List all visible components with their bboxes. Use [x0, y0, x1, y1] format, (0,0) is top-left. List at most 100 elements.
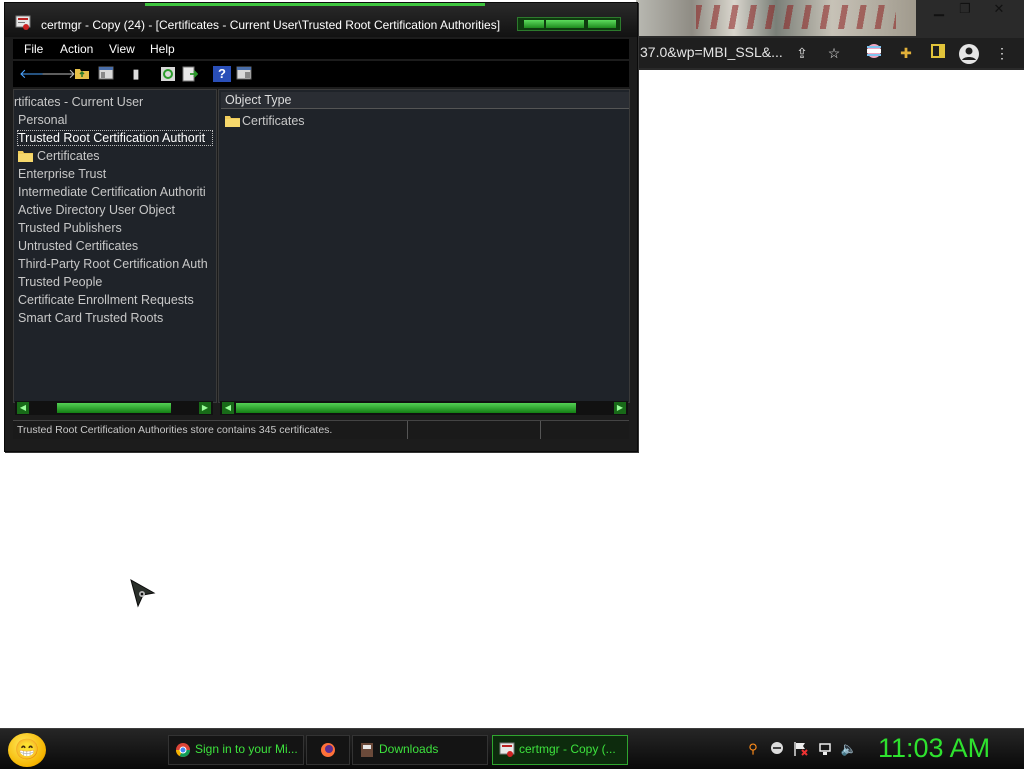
close-icon[interactable]: ✕: [984, 1, 1014, 17]
account-icon[interactable]: [958, 43, 979, 64]
network-icon[interactable]: [816, 741, 834, 757]
search-icon[interactable]: ⚲: [744, 741, 762, 757]
certmgr-window: certmgr - Copy (24) - [Certificates - Cu…: [4, 2, 638, 452]
tree-item-trusted-people[interactable]: Trusted People: [18, 275, 212, 289]
status-bar: Trusted Root Certification Authorities s…: [13, 420, 629, 439]
tree-item-personal[interactable]: Personal: [18, 113, 212, 127]
sidepanel-icon[interactable]: [928, 43, 948, 63]
details-pane: Object Type Certificates: [218, 89, 630, 403]
tree-horizontal-scrollbar[interactable]: ◀ ▶: [15, 401, 213, 415]
menu-bar: File Action View Help: [13, 39, 629, 59]
scroll-right-icon[interactable]: ▶: [614, 402, 626, 414]
maximize-button[interactable]: [546, 20, 584, 28]
properties-icon[interactable]: [235, 66, 253, 82]
address-url-text[interactable]: 37.0&wp=MBI_SSL&...: [640, 44, 783, 60]
list-item-certificates[interactable]: Certificates: [225, 114, 425, 130]
export-icon[interactable]: [181, 66, 199, 82]
sidepanel-svg: [931, 44, 945, 58]
network-svg: [819, 743, 831, 755]
tree-item-label: Certificates: [37, 149, 100, 163]
scroll-left-icon[interactable]: ◀: [17, 402, 29, 414]
scroll-right-icon[interactable]: ▶: [199, 402, 211, 414]
refresh-icon[interactable]: [159, 66, 177, 82]
export-svg: [182, 66, 199, 82]
up-folder-icon[interactable]: [73, 66, 91, 82]
menu-kebab-icon[interactable]: ⋮: [992, 43, 1012, 63]
delete-icon[interactable]: ▮: [127, 66, 145, 82]
tree-item-active-directory[interactable]: Active Directory User Object: [18, 203, 212, 217]
chrome-svg: [176, 743, 190, 757]
status-divider: [540, 421, 541, 439]
scroll-left-icon[interactable]: ◀: [222, 402, 234, 414]
tree-item-intermediate-ca[interactable]: Intermediate Certification Authoriti: [18, 185, 212, 199]
scrollbar-thumb[interactable]: [236, 403, 576, 413]
task-downloads[interactable]: Downloads: [352, 735, 488, 765]
window-controls[interactable]: [517, 17, 621, 31]
task-chrome[interactable]: Sign in to your Mi...: [168, 735, 304, 765]
taskbar-clock[interactable]: 11:03 AM: [878, 733, 990, 764]
action-center-flag-icon[interactable]: [792, 741, 810, 757]
menu-view[interactable]: View: [109, 42, 135, 56]
forward-icon[interactable]: 🡒: [41, 66, 76, 82]
folder-svg: [225, 116, 240, 127]
folder-svg: [18, 151, 33, 162]
bookmark-star-icon[interactable]: ☆: [824, 43, 844, 63]
tree-item-certificates[interactable]: Certificates: [18, 149, 214, 165]
firefox-svg: [321, 743, 335, 757]
tree-item-third-party-root[interactable]: Third-Party Root Certification Auth: [18, 257, 212, 271]
restore-icon[interactable]: ❐: [950, 1, 980, 17]
task-firefox[interactable]: [306, 735, 350, 765]
tree-item-enterprise-trust[interactable]: Enterprise Trust: [18, 167, 212, 181]
show-tree-icon[interactable]: [97, 66, 115, 82]
help-icon[interactable]: ?: [213, 66, 231, 82]
share-icon[interactable]: ⇪: [792, 43, 812, 63]
status-circle-icon[interactable]: [768, 741, 786, 757]
tree-item-root[interactable]: rtificates - Current User: [14, 95, 208, 109]
folder-icon: [18, 149, 33, 165]
certmgr-app-svg: [15, 15, 31, 30]
close-button[interactable]: [588, 20, 616, 28]
back-icon[interactable]: 🡐: [19, 66, 54, 82]
taskbar: 😁 Sign in to your Mi... Downloads certmg…: [0, 728, 1024, 769]
scrollbar-thumb[interactable]: [57, 403, 171, 413]
downloads-folder-icon: [359, 742, 375, 758]
menu-action[interactable]: Action: [60, 42, 93, 56]
tree-item-enrollment-requests[interactable]: Certificate Enrollment Requests: [18, 293, 212, 307]
window-title: certmgr - Copy (24) - [Certificates - Cu…: [41, 18, 501, 32]
toolbar: 🡐 🡒 ▮ ?: [13, 61, 629, 87]
show-tree-svg: [98, 66, 114, 80]
menu-help[interactable]: Help: [150, 42, 175, 56]
task-certmgr-active[interactable]: certmgr - Copy (...: [492, 735, 628, 765]
chrome-icon: [175, 742, 191, 758]
menu-file[interactable]: File: [24, 42, 43, 56]
tree-item-smart-card[interactable]: Smart Card Trusted Roots: [18, 311, 212, 325]
account-svg: [959, 44, 979, 64]
tree-item-trusted-root-selected[interactable]: Trusted Root Certification Authorit: [17, 130, 213, 146]
start-button-smiley-icon[interactable]: 😁: [8, 733, 46, 767]
tree-item-untrusted[interactable]: Untrusted Certificates: [18, 239, 212, 253]
volume-icon[interactable]: 🔈: [840, 741, 858, 757]
console-tree-pane: rtificates - Current User Personal Trust…: [13, 89, 217, 403]
column-header-object-type[interactable]: Object Type: [221, 92, 629, 109]
profile-flag-icon[interactable]: [864, 43, 884, 63]
downloads-svg: [361, 743, 373, 757]
list-item-label: Certificates: [242, 114, 305, 128]
browser-tab-strip-background: [636, 0, 916, 36]
task-label: certmgr - Copy (...: [519, 742, 616, 756]
properties-svg: [236, 66, 252, 80]
task-label: Sign in to your Mi...: [195, 742, 298, 756]
minimize-button[interactable]: [524, 20, 544, 28]
window-titlebar[interactable]: certmgr - Copy (24) - [Certificates - Cu…: [5, 3, 637, 37]
status-divider: [407, 421, 408, 439]
certmgr-app-icon: [15, 15, 31, 31]
task-label: Downloads: [379, 742, 439, 756]
tree-item-trusted-publishers[interactable]: Trusted Publishers: [18, 221, 212, 235]
certmgr-task-svg: [499, 742, 515, 757]
cursor-svg: [130, 578, 156, 608]
firefox-icon: [320, 742, 336, 758]
folder-icon: [225, 114, 240, 130]
mouse-cursor-icon: [128, 578, 158, 608]
certmgr-app-icon: [499, 742, 515, 758]
extensions-puzzle-icon[interactable]: ✚: [896, 43, 916, 63]
details-horizontal-scrollbar[interactable]: ◀ ▶: [220, 401, 628, 415]
